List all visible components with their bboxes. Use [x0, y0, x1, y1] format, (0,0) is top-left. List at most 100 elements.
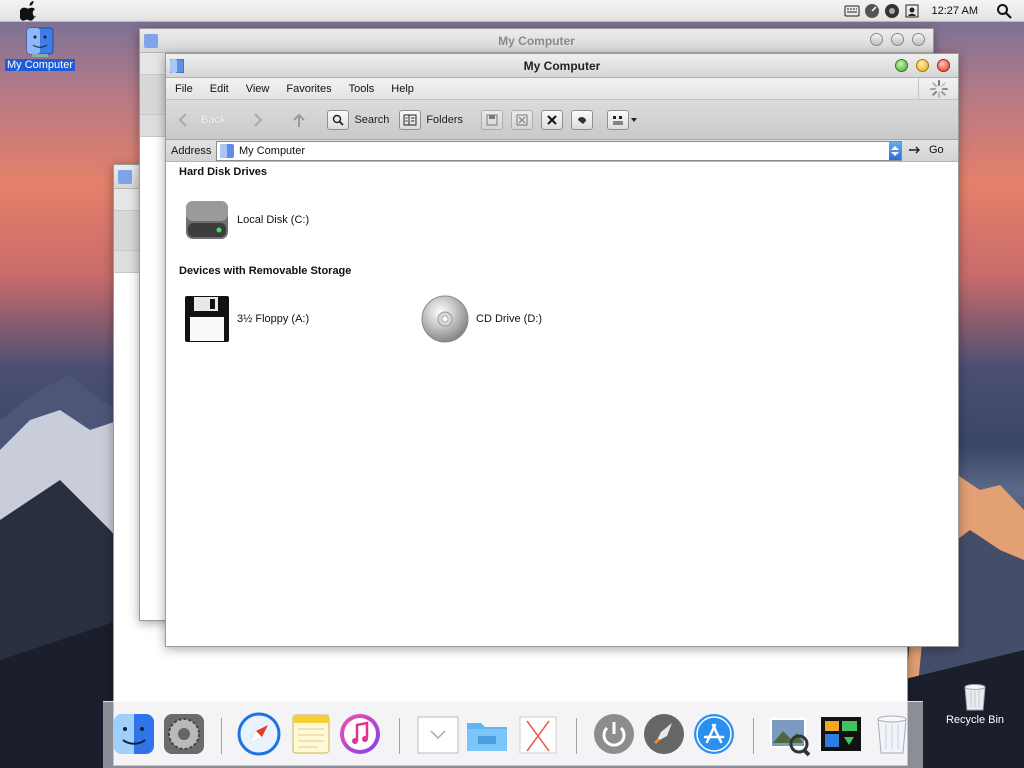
dashboard-icon[interactable]: [864, 3, 880, 19]
address-label: Address: [171, 144, 212, 157]
back-button[interactable]: Back: [176, 112, 225, 128]
close-button[interactable]: [912, 33, 925, 46]
forward-button[interactable]: [251, 112, 265, 128]
x-app-icon[interactable]: [515, 711, 561, 757]
zoom-button[interactable]: [895, 59, 908, 72]
delete-button[interactable]: [541, 109, 564, 130]
user-icon[interactable]: [904, 3, 920, 19]
itunes-icon[interactable]: [337, 711, 383, 757]
apple-icon[interactable]: [20, 1, 38, 21]
search-label: Search: [354, 113, 390, 126]
desktop-icon-recycle-bin[interactable]: Recycle Bin: [942, 682, 1008, 726]
dock-separator: [753, 718, 754, 754]
minimize-button[interactable]: [916, 59, 929, 72]
address-field[interactable]: My Computer: [216, 141, 902, 161]
hard-disk-icon: [186, 201, 228, 239]
trash-icon[interactable]: [869, 711, 915, 757]
close-button[interactable]: [937, 59, 950, 72]
window-title: My Computer: [498, 34, 575, 48]
drive-label: Local Disk (C:): [237, 214, 310, 226]
minimize-button[interactable]: [870, 33, 883, 46]
menu-help[interactable]: Help: [391, 83, 414, 95]
menu-favorites[interactable]: Favorites: [286, 83, 331, 95]
activity-throbber: [918, 78, 958, 100]
go-button[interactable]: Go: [909, 144, 944, 156]
back-label: Back: [201, 113, 226, 126]
dock-separator: [576, 718, 577, 754]
drive-cd-d[interactable]: CD Drive (D:): [421, 295, 542, 343]
search-button[interactable]: Search: [327, 109, 390, 130]
safari-icon[interactable]: [236, 711, 282, 757]
address-bar: Address My Computer Go: [166, 140, 958, 162]
desktop-icon-label: Recycle Bin: [945, 714, 1005, 726]
dock: [103, 701, 923, 768]
dock-separator: [399, 718, 400, 754]
menu-bar: File Edit View Favorites Tools Help: [166, 78, 958, 100]
views-icon: [607, 109, 630, 130]
window-title: My Computer: [523, 59, 601, 73]
drive-floppy-a[interactable]: 3½ Floppy (A:): [184, 295, 309, 343]
toolbar: Back Search Folders: [166, 100, 958, 140]
chevron-down-icon: [631, 117, 638, 122]
address-value: My Computer: [239, 145, 306, 157]
my-computer-window[interactable]: My Computer File Edit View Favorites Too…: [165, 53, 959, 647]
cd-drive-icon: [421, 295, 469, 343]
drive-label: CD Drive (D:): [476, 313, 542, 325]
folders-label: Folders: [426, 113, 464, 126]
power-icon[interactable]: [591, 711, 637, 757]
drive-local-disk-c[interactable]: Local Disk (C:): [184, 197, 309, 243]
notes-icon[interactable]: [288, 711, 334, 757]
menu-extras: 12:27 AM: [844, 0, 1024, 22]
folders-button[interactable]: Folders: [399, 109, 464, 130]
undo-button[interactable]: [571, 109, 594, 130]
desktop-icon-my-computer[interactable]: My Computer: [3, 27, 77, 71]
network-icon[interactable]: [884, 3, 900, 19]
group-title-removable: Devices with Removable Storage: [179, 265, 352, 277]
app-store-icon[interactable]: [691, 711, 737, 757]
folders-icon: [399, 109, 422, 130]
spinner-icon: [929, 80, 948, 98]
finder-icon: [118, 170, 132, 184]
forward-arrow-icon: [254, 112, 263, 127]
desktop-icon-label: My Computer: [4, 59, 76, 71]
rocket-icon[interactable]: [641, 711, 687, 757]
menubar-clock[interactable]: 12:27 AM: [932, 5, 978, 17]
menu-view[interactable]: View: [246, 83, 270, 95]
delete-icon: [541, 109, 564, 130]
go-label: Go: [929, 144, 944, 156]
system-preferences-icon[interactable]: [161, 711, 207, 757]
updown-arrows-icon: [891, 146, 899, 156]
folder-icon[interactable]: [464, 711, 510, 757]
menu-tools[interactable]: Tools: [349, 83, 375, 95]
views-button[interactable]: [607, 109, 638, 130]
drive-label: 3½ Floppy (A:): [237, 313, 310, 325]
copy-to-button[interactable]: [511, 109, 534, 130]
copy-icon: [511, 109, 534, 130]
up-button[interactable]: [291, 112, 307, 128]
window-title-bar[interactable]: My Computer: [166, 54, 958, 78]
go-arrow-icon: [909, 146, 920, 154]
undo-icon: [571, 109, 594, 130]
finder-icon[interactable]: [111, 711, 157, 757]
zoom-button[interactable]: [891, 33, 904, 46]
spotlight-icon[interactable]: [996, 3, 1012, 19]
photo-icon[interactable]: [818, 711, 864, 757]
window-title-bar[interactable]: My Computer: [140, 29, 933, 53]
group-title-hard-disks: Hard Disk Drives: [179, 166, 268, 178]
my-computer-icon: [220, 144, 234, 158]
content-area: Hard Disk Drives Local Disk (C:) Devices…: [166, 162, 958, 646]
dock-separator: [221, 718, 222, 754]
save-disk-icon: [481, 109, 504, 130]
floppy-disk-icon: [185, 296, 229, 342]
trash-icon: [964, 684, 986, 711]
keyboard-icon[interactable]: [844, 3, 860, 19]
top-menu-bar: 12:27 AM: [0, 0, 1024, 22]
move-to-button[interactable]: [481, 109, 504, 130]
downloads-stack-icon[interactable]: [415, 711, 461, 757]
up-arrow-icon: [293, 113, 306, 127]
address-dropdown-button[interactable]: [889, 142, 901, 160]
preview-icon[interactable]: [767, 711, 813, 757]
back-arrow-icon: [178, 112, 187, 127]
menu-file[interactable]: File: [175, 83, 193, 95]
menu-edit[interactable]: Edit: [210, 83, 229, 95]
